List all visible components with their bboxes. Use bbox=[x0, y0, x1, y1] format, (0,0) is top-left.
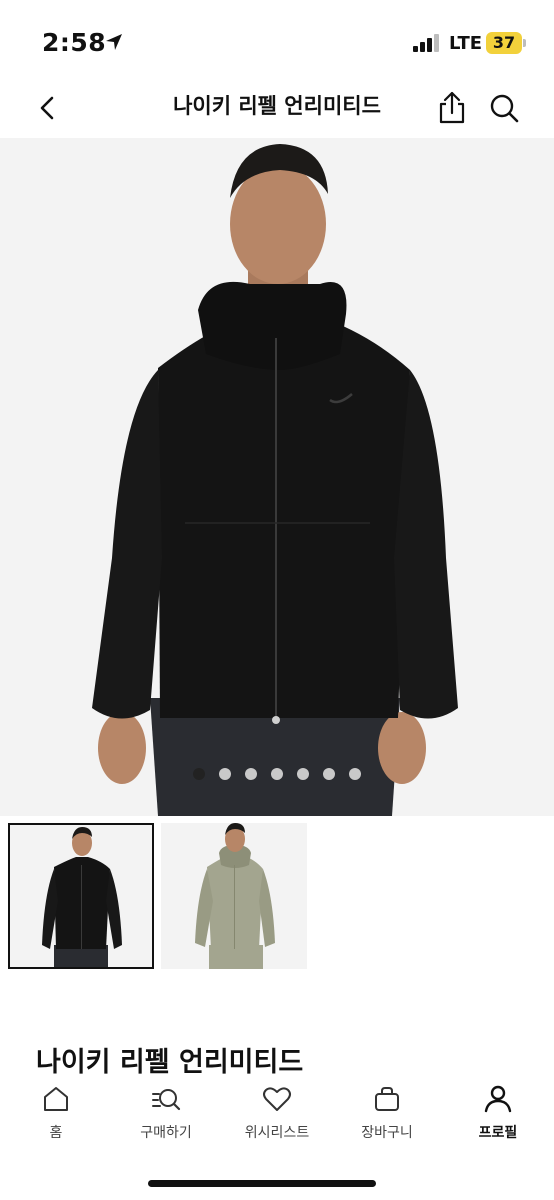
signal-bars-icon bbox=[413, 34, 439, 52]
pagination-dot-1[interactable] bbox=[193, 768, 205, 780]
network-label: LTE bbox=[449, 33, 483, 54]
color-thumbnail-black[interactable] bbox=[8, 823, 154, 969]
tab-profile-label: 프로필 bbox=[478, 1125, 518, 1141]
pagination-dot-6[interactable] bbox=[323, 768, 335, 780]
home-indicator bbox=[148, 1180, 376, 1187]
share-icon[interactable] bbox=[434, 88, 470, 128]
battery-icon: 37 bbox=[486, 32, 522, 54]
bag-icon bbox=[375, 1087, 399, 1111]
pagination-dot-4[interactable] bbox=[271, 768, 283, 780]
tab-browse-label: 구매하기 bbox=[140, 1125, 192, 1141]
thumbnail-black-jacket-image bbox=[10, 825, 152, 967]
thumbnail-olive-jacket-image bbox=[161, 823, 307, 969]
pagination-dot-2[interactable] bbox=[219, 768, 231, 780]
tab-cart-label: 장바구니 bbox=[361, 1125, 413, 1141]
product-name: 나이키 리펠 언리미티드 bbox=[36, 1047, 304, 1078]
nav-header: 나이키 리펠 언리미티드 bbox=[0, 78, 554, 138]
location-arrow-icon bbox=[106, 34, 122, 50]
heart-icon bbox=[263, 1087, 291, 1111]
product-photo-black-jacket bbox=[0, 138, 554, 816]
search-icon[interactable] bbox=[486, 88, 522, 128]
tab-profile[interactable]: 프로필 bbox=[443, 1078, 553, 1148]
home-icon bbox=[44, 1087, 68, 1111]
profile-icon bbox=[484, 1085, 512, 1113]
browse-search-icon bbox=[152, 1089, 181, 1111]
tab-wishlist[interactable]: 위시리스트 bbox=[222, 1078, 332, 1148]
tab-cart[interactable]: 장바구니 bbox=[332, 1078, 442, 1148]
tab-home[interactable]: 홈 bbox=[1, 1078, 111, 1148]
pagination-dot-5[interactable] bbox=[297, 768, 309, 780]
status-time: 2:58 bbox=[42, 28, 107, 57]
page-title: 나이키 리펠 언리미티드 bbox=[173, 94, 381, 118]
gallery-pagination-dots bbox=[0, 768, 554, 782]
color-thumbnail-olive[interactable] bbox=[161, 823, 307, 969]
tab-home-label: 홈 bbox=[49, 1125, 63, 1141]
status-bar: 2:58 LTE 37 bbox=[0, 0, 554, 78]
pagination-dot-3[interactable] bbox=[245, 768, 257, 780]
product-image-gallery[interactable] bbox=[0, 138, 554, 816]
tab-wishlist-label: 위시리스트 bbox=[244, 1125, 310, 1141]
tab-browse[interactable]: 구매하기 bbox=[111, 1078, 221, 1148]
battery-cap bbox=[523, 39, 526, 47]
pagination-dot-7[interactable] bbox=[349, 768, 361, 780]
